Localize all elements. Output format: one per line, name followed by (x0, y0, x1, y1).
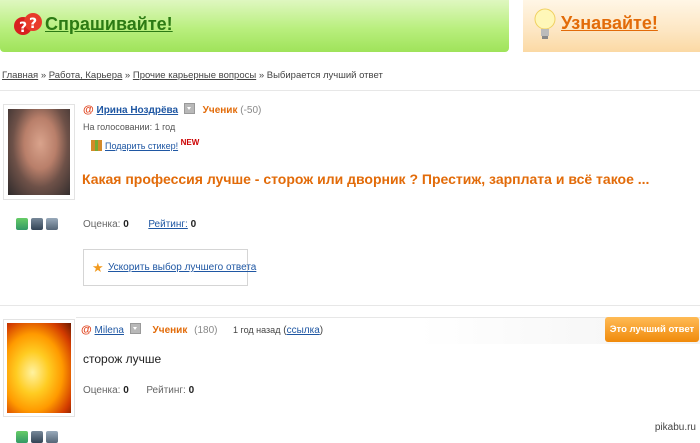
question-author-rank: Ученик (202, 105, 238, 116)
score-value: 0 (123, 219, 129, 230)
breadcrumb-separator: » (124, 70, 131, 81)
photo-icon[interactable] (31, 431, 43, 443)
answer-author-link[interactable]: Milena (95, 325, 124, 336)
lightbulb-icon (534, 7, 556, 46)
user-menu-icon[interactable] (183, 103, 195, 114)
question-marks-icon: ? ? (13, 10, 43, 45)
rating-value: 0 (188, 385, 195, 396)
avatar-photo (8, 109, 70, 195)
gift-sticker-row: Подарить стикер! NEW (91, 138, 199, 151)
video-icon[interactable] (46, 218, 58, 230)
breadcrumb-current: Выбирается лучший ответ (266, 70, 383, 81)
answer-meta: Оценка: 0 Рейтинг: 0 (83, 385, 194, 396)
add-friend-icon[interactable] (16, 431, 28, 443)
answer-author-line: @ Milena Ученик (180) 1 год назад (ссылк… (81, 323, 324, 336)
breadcrumb-separator: » (258, 70, 265, 81)
know-title-link[interactable]: Узнавайте! (561, 13, 658, 34)
breadcrumb-other-career[interactable]: Прочие карьерные вопросы (133, 70, 256, 81)
question-author-avatar[interactable] (3, 104, 75, 200)
score-value: 0 (123, 385, 129, 396)
answer-time: 1 год назад (233, 325, 281, 335)
svg-text:?: ? (29, 16, 37, 32)
breadcrumb-home[interactable]: Главная (2, 70, 38, 81)
rating-label: Рейтинг: (146, 385, 186, 396)
question-meta: Оценка: 0 Рейтинг: 0 (83, 219, 196, 230)
question-text: Какая профессия лучше - сторож или дворн… (82, 171, 650, 187)
question-author-line: @ Ирина Ноздрёва Ученик (-50) (83, 103, 261, 116)
question-author-link[interactable]: Ирина Ноздрёва (97, 105, 179, 116)
user-menu-icon[interactable] (129, 323, 141, 334)
question-author-points: (-50) (240, 105, 262, 116)
breadcrumb: Главная » Работа, Карьера » Прочие карье… (2, 70, 383, 81)
score-label: Оценка: (83, 219, 121, 230)
rating-link[interactable]: Рейтинг: (148, 219, 188, 230)
svg-text:?: ? (19, 20, 27, 36)
answer-permalink[interactable]: ссылка (287, 325, 320, 336)
user-icons-row (16, 431, 58, 443)
user-icons-row (16, 218, 58, 230)
breadcrumb-work-career[interactable]: Работа, Карьера (49, 70, 123, 81)
at-icon: @ (83, 104, 94, 116)
gift-sticker-link[interactable]: Подарить стикер! (105, 141, 178, 151)
divider (0, 305, 700, 306)
best-answer-button[interactable]: Это лучший ответ (605, 317, 699, 342)
video-icon[interactable] (46, 431, 58, 443)
breadcrumb-separator: » (40, 70, 47, 81)
gift-icon (91, 140, 102, 151)
speed-up-best-answer-button[interactable]: ★ Ускорить выбор лучшего ответа (83, 249, 256, 286)
watermark: pikabu.ru (654, 422, 696, 433)
answer-author-rank: Ученик (152, 325, 188, 336)
score-label: Оценка: (83, 385, 121, 396)
answer-text: сторож лучше (83, 352, 162, 366)
answer-author-avatar[interactable] (3, 319, 75, 417)
voting-status: На голосовании: 1 год (83, 122, 176, 132)
add-friend-icon[interactable] (16, 218, 28, 230)
speed-up-label[interactable]: Ускорить выбор лучшего ответа (108, 262, 256, 273)
divider (0, 90, 700, 91)
star-icon: ★ (92, 260, 104, 275)
photo-icon[interactable] (31, 218, 43, 230)
avatar-photo (7, 323, 71, 413)
ask-title-link[interactable]: Спрашивайте! (45, 14, 173, 35)
answer-author-points: (180) (194, 325, 218, 336)
rating-value: 0 (190, 219, 197, 230)
at-icon: @ (81, 324, 92, 336)
new-badge: NEW (180, 138, 200, 147)
